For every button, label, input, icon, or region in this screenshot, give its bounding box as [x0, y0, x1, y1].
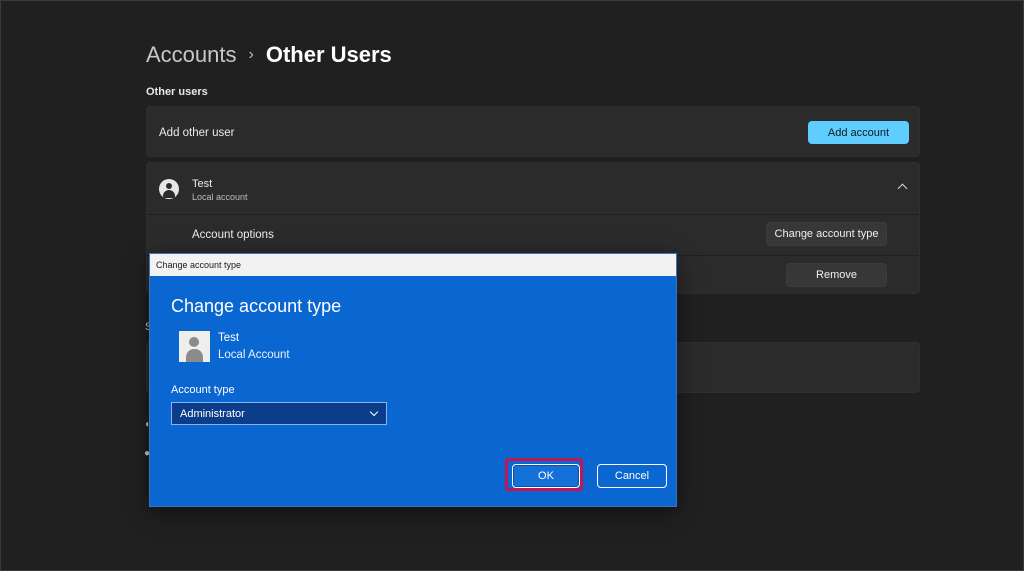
chevron-up-icon[interactable] — [897, 183, 908, 194]
chevron-right-icon: › — [248, 46, 254, 63]
user-icon — [159, 179, 179, 199]
dialog-heading: Change account type — [171, 296, 342, 316]
user-name: Test — [192, 178, 213, 190]
divider — [147, 214, 919, 215]
page-title: Other Users — [265, 42, 392, 67]
change-account-type-button[interactable]: Change account type — [766, 222, 887, 246]
user-account-type: Local account — [192, 192, 248, 202]
breadcrumb: Accounts › Other Users — [146, 42, 392, 68]
add-account-button[interactable]: Add account — [808, 121, 909, 144]
dialog-user-name: Test — [218, 332, 240, 344]
user-icon — [179, 331, 210, 362]
change-account-type-dialog: Change account type Change account type … — [149, 253, 677, 507]
dialog-user-type: Local Account — [218, 349, 290, 361]
section-label-other-users: Other users — [146, 86, 208, 98]
dialog-titlebar: Change account type — [150, 254, 676, 276]
chevron-down-icon — [369, 407, 379, 417]
account-options-label: Account options — [192, 229, 274, 241]
account-type-label: Account type — [171, 384, 235, 396]
account-type-value: Administrator — [180, 407, 245, 420]
account-type-select[interactable]: Administrator — [171, 402, 387, 425]
ok-button[interactable]: OK — [512, 464, 580, 488]
add-other-user-label: Add other user — [159, 127, 235, 139]
breadcrumb-accounts[interactable]: Accounts — [146, 42, 237, 68]
add-other-user-card: Add other user Add account — [146, 106, 920, 157]
cancel-button[interactable]: Cancel — [597, 464, 667, 488]
remove-button[interactable]: Remove — [786, 263, 887, 287]
